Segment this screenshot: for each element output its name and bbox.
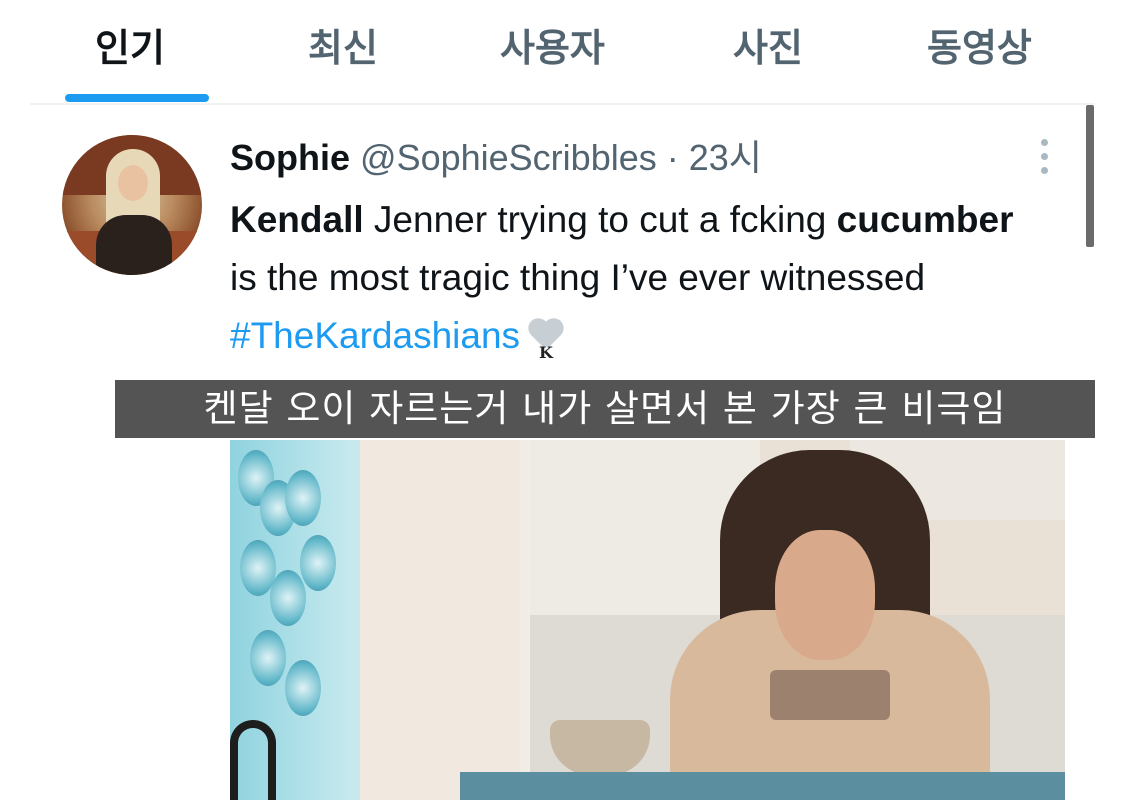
twitter-search-page: 인기 최신 사용자 사진 동영상 Sophie @SophieScribbles… bbox=[0, 0, 1125, 800]
photo-person-face bbox=[775, 530, 875, 660]
photo-counter bbox=[460, 772, 1065, 800]
tweet-text-bold: cucumber bbox=[836, 199, 1014, 240]
wall-plate bbox=[250, 630, 286, 686]
tab-popular[interactable]: 인기 bbox=[95, 18, 165, 78]
tab-photos[interactable]: 사진 bbox=[733, 18, 803, 78]
tab-users[interactable]: 사용자 bbox=[500, 18, 605, 78]
tweet-header: Sophie @SophieScribbles · 23시 bbox=[230, 135, 762, 181]
tweet-time[interactable]: 23시 bbox=[689, 137, 762, 178]
tweet-photo[interactable] bbox=[230, 440, 1065, 800]
photo-faucet bbox=[230, 720, 276, 800]
emoji-letter: K bbox=[539, 343, 553, 362]
tweet-text-bold: Kendall bbox=[230, 199, 364, 240]
avatar[interactable] bbox=[62, 135, 202, 275]
more-vertical-icon[interactable] bbox=[1030, 135, 1058, 179]
tab-videos[interactable]: 동영상 bbox=[927, 18, 1032, 78]
scrollbar[interactable] bbox=[1086, 105, 1094, 247]
tweet-text-segment: is the most tragic thing I’ve ever witne… bbox=[230, 257, 926, 298]
avatar-face bbox=[118, 165, 148, 201]
heart-k-emoji-icon: K bbox=[528, 320, 564, 362]
photo-door bbox=[360, 440, 520, 800]
tab-latest[interactable]: 최신 bbox=[308, 18, 378, 78]
more-dot bbox=[1041, 139, 1048, 146]
video-subtitle: 켄달 오이 자르는거 내가 살면서 본 가장 큰 비극임 bbox=[115, 380, 1095, 438]
hashtag-link[interactable]: #TheKardashians bbox=[230, 315, 520, 356]
wall-plate bbox=[300, 535, 336, 591]
wall-plate bbox=[285, 470, 321, 526]
wall-plate bbox=[270, 570, 306, 626]
more-dot bbox=[1041, 167, 1048, 174]
author-handle[interactable]: @SophieScribbles bbox=[360, 137, 657, 178]
author-name[interactable]: Sophie bbox=[230, 137, 350, 178]
more-dot bbox=[1041, 153, 1048, 160]
tweet-text-segment: Jenner trying to cut a fcking bbox=[363, 199, 837, 240]
tweet-text: Kendall Jenner trying to cut a fcking cu… bbox=[230, 191, 1030, 365]
search-tabs: 인기 최신 사용자 사진 동영상 bbox=[30, 0, 1095, 105]
wall-plate bbox=[285, 660, 321, 716]
active-tab-indicator bbox=[65, 94, 209, 102]
header-separator: · bbox=[666, 137, 679, 178]
photo-sweater-print bbox=[770, 670, 890, 720]
avatar-body bbox=[96, 215, 172, 275]
